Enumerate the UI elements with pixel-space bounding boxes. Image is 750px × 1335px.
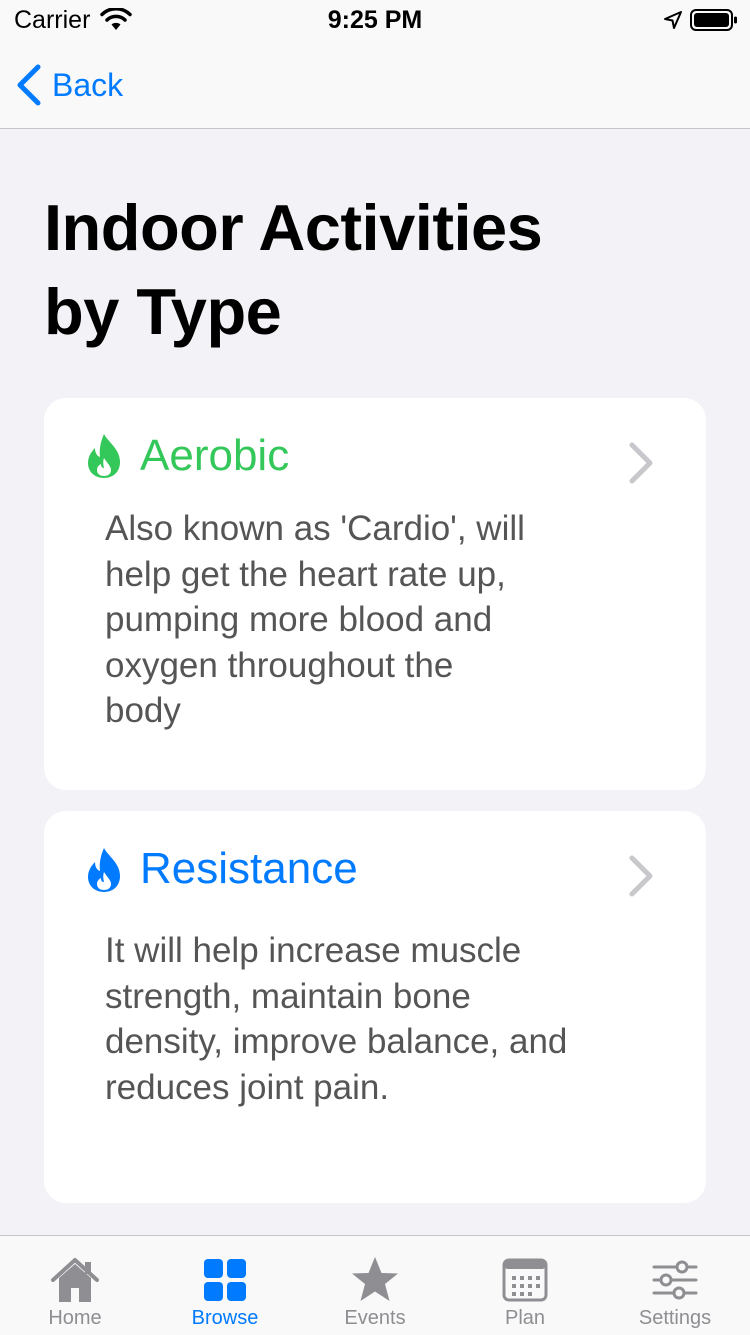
page-title-line: by Type: [44, 275, 282, 348]
description-line: density, improve balance, and: [105, 1022, 568, 1061]
tab-label: Plan: [504, 1307, 546, 1329]
clock: 9:25 PM: [327, 6, 423, 34]
card-title: Aerobic: [140, 431, 290, 480]
sliders-icon: [652, 1260, 698, 1300]
navigation-bar: Back: [0, 40, 750, 129]
chevron-right-icon: [629, 855, 653, 897]
description-line: help get the heart rate up,: [105, 554, 506, 594]
calendar-icon: [502, 1258, 548, 1302]
card-description: Also known as 'Cardio', will help get th…: [105, 506, 625, 734]
location-arrow-icon: [664, 11, 682, 29]
back-label: Back: [52, 66, 124, 103]
tab-label: Home: [48, 1307, 102, 1329]
tab-label: Events: [344, 1307, 406, 1329]
description-line: Also known as 'Cardio', will: [105, 509, 525, 548]
back-button[interactable]: Back: [14, 62, 123, 108]
tab-bar: Home Browse Events Plan Settings: [0, 1235, 750, 1335]
card-title: Resistance: [140, 844, 358, 893]
tab-home[interactable]: Home: [0, 1236, 150, 1335]
star-icon: [352, 1257, 398, 1301]
page-title: Indoor Activities by Type: [44, 186, 704, 354]
description-line: reduces joint pain.: [105, 1067, 390, 1107]
chevron-right-icon: [629, 442, 653, 484]
tab-label: Settings: [638, 1307, 712, 1329]
activity-card-aerobic[interactable]: Aerobic Also known as 'Cardio', will hel…: [44, 398, 706, 790]
card-description: It will help increase muscle strength, m…: [105, 928, 625, 1110]
description-line: pumping more blood and: [105, 600, 493, 639]
tab-label: Browse: [191, 1307, 259, 1329]
battery-icon: [690, 9, 737, 31]
description-line: It will help increase muscle: [105, 931, 522, 970]
flame-icon: [88, 434, 120, 478]
status-bar: Carrier 9:25 PM: [0, 0, 750, 40]
description-line: oxygen throughout the: [105, 645, 454, 685]
tab-browse[interactable]: Browse: [150, 1236, 300, 1335]
tab-events[interactable]: Events: [300, 1236, 450, 1335]
activity-card-resistance[interactable]: Resistance It will help increase muscle …: [44, 811, 706, 1203]
house-icon: [51, 1258, 99, 1302]
tab-plan[interactable]: Plan: [450, 1236, 600, 1335]
chevron-left-icon: [17, 64, 41, 106]
tab-settings[interactable]: Settings: [600, 1236, 750, 1335]
flame-icon: [88, 848, 120, 892]
page-title-line: Indoor Activities: [44, 191, 543, 264]
description-line: strength, maintain bone: [105, 976, 471, 1016]
grid-icon: [204, 1259, 246, 1301]
description-line: body: [105, 691, 181, 730]
